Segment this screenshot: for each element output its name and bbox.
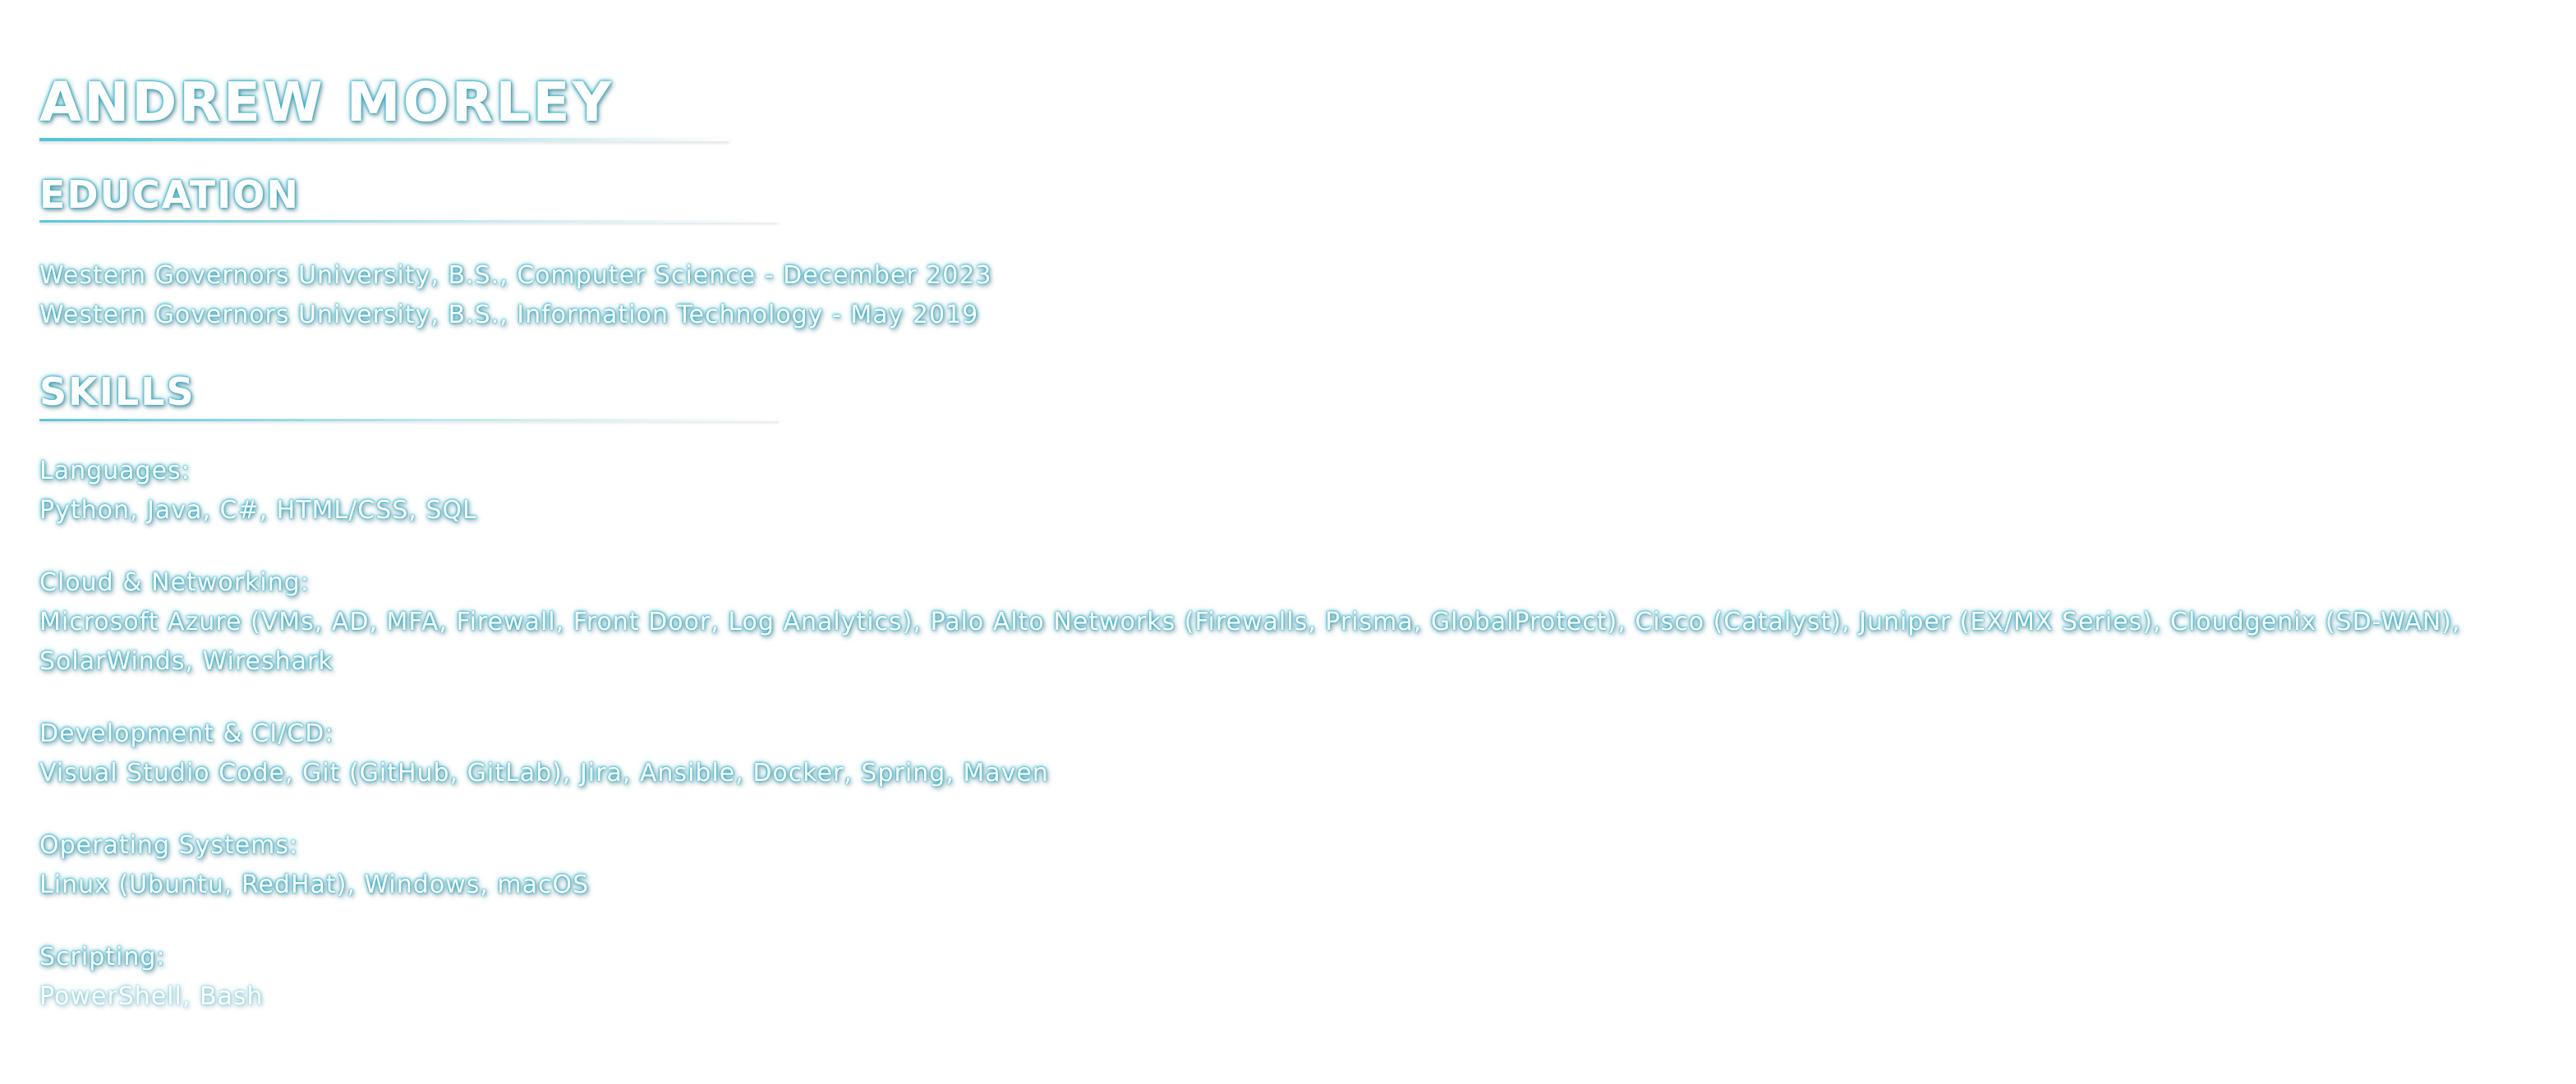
skill-group-value: Visual Studio Code, Git (GitHub, GitLab)…: [39, 759, 1049, 788]
education-divider: [39, 220, 779, 223]
skill-group-value: Linux (Ubuntu, RedHat), Windows, macOS: [39, 870, 590, 899]
skill-group-label: Languages:: [39, 457, 191, 485]
skill-group-label: Scripting:: [39, 943, 166, 971]
resume-page: ANDREW MORLEY EDUCATION Western Governor…: [0, 0, 2576, 1084]
education-entry: Western Governors University, B.S., Comp…: [39, 261, 992, 290]
name-divider: [39, 138, 729, 141]
skill-group-value: PowerShell, Bash: [39, 982, 264, 1011]
skill-group-label: Operating Systems:: [39, 831, 299, 860]
skill-group-value: Python, Java, C#, HTML/CSS, SQL: [39, 496, 477, 525]
candidate-name: ANDREW MORLEY: [39, 71, 614, 134]
skill-group-label: Cloud & Networking:: [39, 568, 310, 597]
skill-group-label: Development & CI/CD:: [39, 719, 334, 748]
skills-heading: SKILLS: [39, 370, 196, 414]
skill-group-value: Microsoft Azure (VMs, AD, MFA, Firewall,…: [39, 608, 2461, 676]
skills-divider: [39, 419, 779, 421]
education-heading: EDUCATION: [39, 172, 300, 217]
education-entry: Western Governors University, B.S., Info…: [39, 301, 979, 329]
